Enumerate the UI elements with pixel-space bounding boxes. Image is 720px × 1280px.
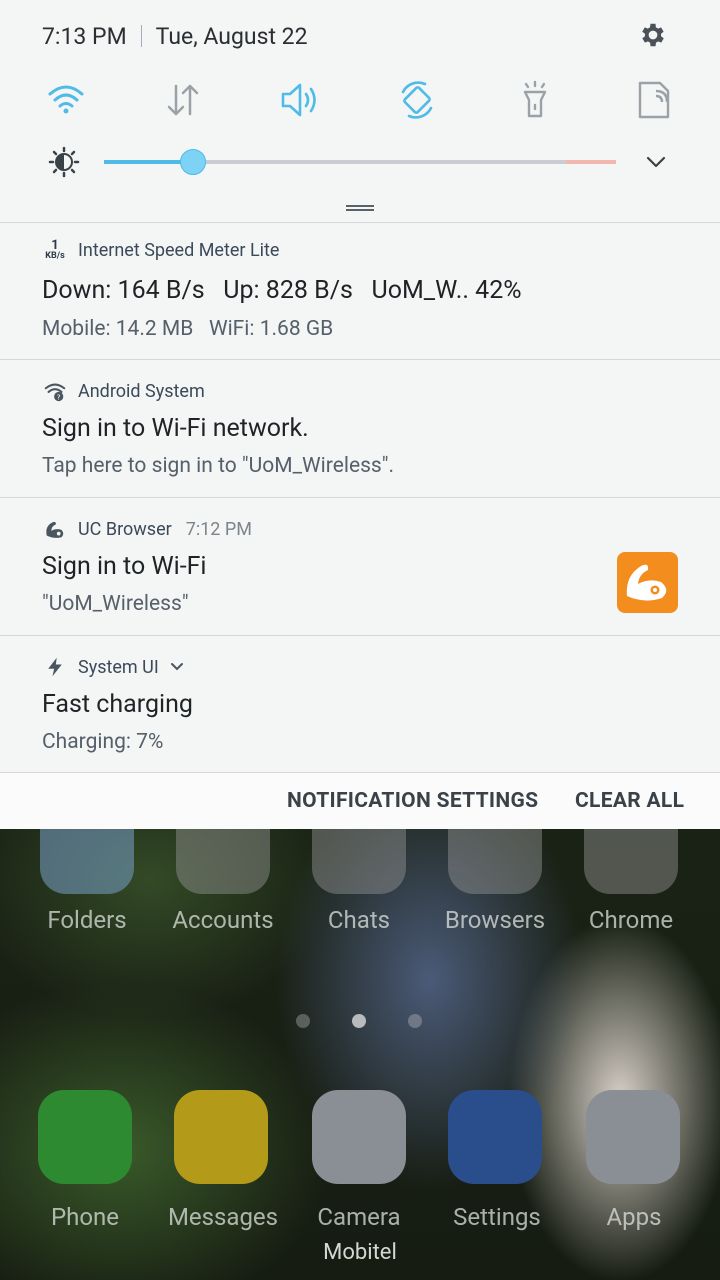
status-bar: 7:13 PM Tue, August 22: [42, 18, 308, 54]
divider: [140, 25, 142, 47]
folders-label: Folders: [47, 906, 127, 934]
browsers-label: Browsers: [444, 906, 546, 934]
apps-label: Apps: [606, 1203, 662, 1231]
brightness-warning-zone: [566, 160, 616, 164]
notification-settings-button[interactable]: NOTIFICATION SETTINGS: [287, 789, 538, 813]
speed-meter-icon: 1 KB/s: [45, 238, 65, 261]
date: Tue, August 22: [155, 22, 308, 50]
chats-label: Chats: [327, 906, 391, 934]
notification-title: Sign in to Wi-Fi network.: [42, 414, 309, 443]
notification-uc-browser[interactable]: UC Browser 7:12 PM Sign in to Wi-Fi "UoM…: [0, 497, 720, 636]
page-indicator[interactable]: [408, 1014, 422, 1028]
notification-actions-bar: NOTIFICATION SETTINGS CLEAR ALL: [0, 772, 720, 829]
notification-internet-speed-meter[interactable]: 1 KB/s Internet Speed Meter Lite Down: 1…: [0, 222, 720, 360]
notification-title: Down: 164 B/s Up: 828 B/s UoM_W.. 42%: [42, 276, 522, 305]
notification-text: Tap here to sign in to "UoM_Wireless".: [42, 454, 395, 478]
notification-title: Sign in to Wi-Fi: [42, 552, 207, 581]
uc-browser-squirrel-icon: [42, 516, 68, 542]
app-name: Android System: [78, 380, 205, 402]
settings-label: Settings: [453, 1203, 541, 1231]
brightness-slider[interactable]: [104, 149, 616, 175]
clear-all-button[interactable]: CLEAR ALL: [575, 789, 684, 813]
brightness-icon: [48, 146, 80, 178]
settings-app-icon[interactable]: [448, 1090, 542, 1184]
notification-system-ui[interactable]: System UI Fast charging Charging: 7%: [0, 635, 720, 773]
notification-text: Charging: 7%: [42, 730, 164, 754]
app-header: UC Browser 7:12 PM: [42, 516, 252, 542]
notification-shade: 7:13 PM Tue, August 22 1 KB/s Internet S…: [0, 0, 720, 829]
auto-rotate-icon[interactable]: [395, 78, 439, 122]
uc-browser-logo-icon: [617, 552, 678, 613]
messages-label: Messages: [167, 1203, 279, 1231]
drag-handle-icon[interactable]: [345, 204, 375, 212]
app-header: 1 KB/s Internet Speed Meter Lite: [42, 237, 279, 263]
wifi-question-icon: ?: [42, 378, 68, 404]
chrome-label: Chrome: [588, 906, 674, 934]
app-name: Internet Speed Meter Lite: [78, 239, 280, 261]
accounts-label: Accounts: [172, 906, 274, 934]
notification-text: Mobile: 14.2 MB WiFi: 1.68 GB: [42, 317, 334, 341]
notification-time: 7:12 PM: [185, 518, 252, 540]
brightness-thumb[interactable]: [180, 149, 206, 175]
data-transfer-icon[interactable]: [161, 78, 205, 122]
notification-android-system[interactable]: ? Android System Sign in to Wi-Fi networ…: [0, 359, 720, 498]
carrier-label: Mobitel: [323, 1240, 397, 1265]
app-header: System UI: [42, 654, 185, 680]
phone-label: Phone: [50, 1203, 120, 1231]
notification-title: Fast charging: [42, 690, 193, 719]
svg-text:?: ?: [57, 392, 61, 401]
screen-mirror-icon[interactable]: [632, 78, 676, 122]
clock: 7:13 PM: [42, 22, 127, 50]
brightness-fill: [104, 160, 192, 164]
app-name: UC Browser: [78, 518, 172, 540]
messages-app-icon[interactable]: [174, 1090, 268, 1184]
page-indicator-active[interactable]: [352, 1014, 366, 1028]
lightning-bolt-icon: [42, 654, 68, 680]
phone-app-icon[interactable]: [38, 1090, 132, 1184]
expand-chevron-icon[interactable]: [169, 659, 185, 675]
camera-app-icon[interactable]: [312, 1090, 406, 1184]
page-indicator-home[interactable]: [296, 1014, 310, 1028]
apps-drawer-icon[interactable]: [586, 1090, 680, 1184]
notification-text: "UoM_Wireless": [42, 592, 189, 616]
app-header: ? Android System: [42, 378, 205, 404]
chevron-down-icon[interactable]: [644, 150, 668, 174]
flashlight-icon[interactable]: [513, 78, 557, 122]
camera-label: Camera: [317, 1203, 401, 1231]
wifi-icon[interactable]: [44, 78, 88, 122]
app-name: System UI: [78, 656, 159, 678]
settings-gear-icon[interactable]: [638, 20, 668, 50]
sound-icon[interactable]: [278, 78, 322, 122]
